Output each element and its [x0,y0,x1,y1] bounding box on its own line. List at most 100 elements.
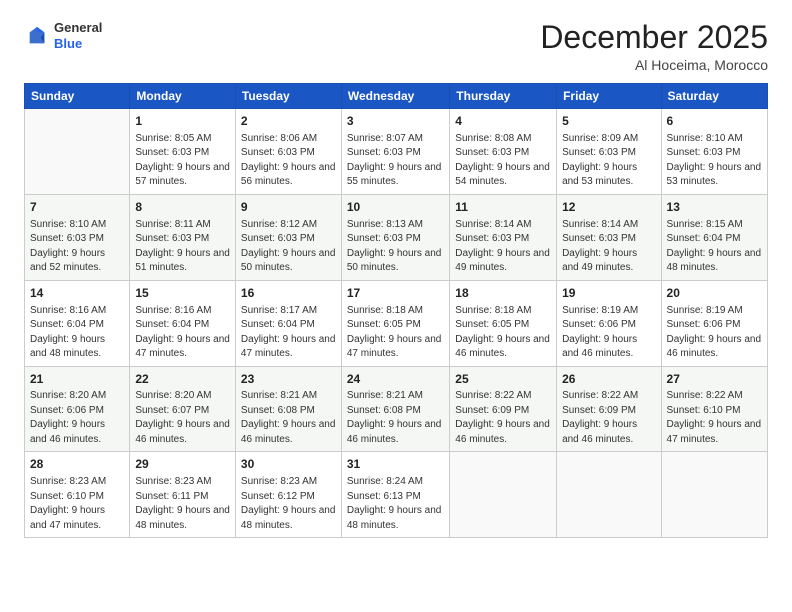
day-info: Sunrise: 8:22 AMSunset: 6:10 PMDaylight:… [667,389,762,447]
day-info: Sunrise: 8:16 AMSunset: 6:04 PMDaylight:… [30,304,124,362]
day-number: 16 [241,285,336,302]
day-cell: 14 Sunrise: 8:16 AMSunset: 6:04 PMDayligh… [25,280,130,366]
week-row-1: 1Sunrise: 8:05 AMSunset: 6:03 PMDaylight… [25,109,768,195]
day-info: Sunrise: 8:19 AMSunset: 6:06 PMDaylight:… [667,304,762,362]
day-cell: 22Sunrise: 8:20 AMSunset: 6:07 PMDayligh… [130,366,236,452]
day-cell: 17 Sunrise: 8:18 AMSunset: 6:05 PMDayligh… [341,280,449,366]
day-cell: 25Sunrise: 8:22 AMSunset: 6:09 PMDayligh… [450,366,557,452]
day-cell: 10 Sunrise: 8:13 AMSunset: 6:03 PMDayligh… [341,194,449,280]
day-info: Sunrise: 8:15 AMSunset: 6:04 PMDaylight:… [667,218,762,276]
day-cell: 19 Sunrise: 8:19 AMSunset: 6:06 PMDayligh… [557,280,661,366]
day-cell: 4Sunrise: 8:08 AMSunset: 6:03 PMDaylight… [450,109,557,195]
day-cell [450,452,557,538]
month-title: December 2025 [540,20,768,55]
day-number: 19 [562,285,655,302]
day-cell: 13 Sunrise: 8:15 AMSunset: 6:04 PMDayligh… [661,194,767,280]
weekday-wednesday: Wednesday [341,84,449,109]
day-info: Sunrise: 8:12 AMSunset: 6:03 PMDaylight:… [241,218,336,276]
day-cell: 9 Sunrise: 8:12 AMSunset: 6:03 PMDaylight… [235,194,341,280]
day-number: 9 [241,199,336,216]
day-cell: 18 Sunrise: 8:18 AMSunset: 6:05 PMDayligh… [450,280,557,366]
day-cell: 3Sunrise: 8:07 AMSunset: 6:03 PMDaylight… [341,109,449,195]
day-number: 24 [347,371,444,388]
day-info: Sunrise: 8:19 AMSunset: 6:06 PMDaylight:… [562,304,655,362]
day-cell: 2Sunrise: 8:06 AMSunset: 6:03 PMDaylight… [235,109,341,195]
day-cell: 20 Sunrise: 8:19 AMSunset: 6:06 PMDayligh… [661,280,767,366]
logo: General Blue [24,20,102,51]
day-cell: 23Sunrise: 8:21 AMSunset: 6:08 PMDayligh… [235,366,341,452]
day-number: 31 [347,456,444,473]
day-info: Sunrise: 8:10 AMSunset: 6:03 PMDaylight:… [667,132,762,190]
day-number: 21 [30,371,124,388]
day-number: 22 [135,371,230,388]
weekday-sunday: Sunday [25,84,130,109]
day-cell [661,452,767,538]
day-info: Sunrise: 8:13 AMSunset: 6:03 PMDaylight:… [347,218,444,276]
day-info: Sunrise: 8:14 AMSunset: 6:03 PMDaylight:… [455,218,551,276]
day-number: 8 [135,199,230,216]
day-number: 3 [347,113,444,130]
day-cell: 31 Sunrise: 8:24 AMSunset: 6:13 PMDayligh… [341,452,449,538]
day-cell: 8 Sunrise: 8:11 AMSunset: 6:03 PMDaylight… [130,194,236,280]
day-number: 5 [562,113,655,130]
day-cell: 5 Sunrise: 8:09 AMSunset: 6:03 PMDaylight… [557,109,661,195]
day-cell: 1Sunrise: 8:05 AMSunset: 6:03 PMDaylight… [130,109,236,195]
day-info: Sunrise: 8:09 AMSunset: 6:03 PMDaylight:… [562,132,655,190]
day-cell: 15 Sunrise: 8:16 AMSunset: 6:04 PMDayligh… [130,280,236,366]
day-number: 25 [455,371,551,388]
weekday-monday: Monday [130,84,236,109]
title-block: December 2025 Al Hoceima, Morocco [540,20,768,73]
day-info: Sunrise: 8:11 AMSunset: 6:03 PMDaylight:… [135,218,230,276]
day-cell: 26Sunrise: 8:22 AMSunset: 6:09 PMDayligh… [557,366,661,452]
day-info: Sunrise: 8:23 AMSunset: 6:11 PMDaylight:… [135,475,230,533]
day-info: Sunrise: 8:21 AMSunset: 6:08 PMDaylight:… [347,389,444,447]
day-number: 1 [135,113,230,130]
day-info: Sunrise: 8:18 AMSunset: 6:05 PMDaylight:… [455,304,551,362]
day-cell: 16 Sunrise: 8:17 AMSunset: 6:04 PMDayligh… [235,280,341,366]
day-number: 30 [241,456,336,473]
day-cell: 6 Sunrise: 8:10 AMSunset: 6:03 PMDaylight… [661,109,767,195]
day-cell: 24Sunrise: 8:21 AMSunset: 6:08 PMDayligh… [341,366,449,452]
day-number: 26 [562,371,655,388]
day-number: 20 [667,285,762,302]
day-number: 17 [347,285,444,302]
day-number: 15 [135,285,230,302]
day-number: 18 [455,285,551,302]
day-info: Sunrise: 8:22 AMSunset: 6:09 PMDaylight:… [562,389,655,447]
day-info: Sunrise: 8:17 AMSunset: 6:04 PMDaylight:… [241,304,336,362]
day-number: 6 [667,113,762,130]
day-info: Sunrise: 8:20 AMSunset: 6:07 PMDaylight:… [135,389,230,447]
calendar-page: General Blue December 2025 Al Hoceima, M… [0,0,792,612]
day-number: 12 [562,199,655,216]
day-number: 7 [30,199,124,216]
day-number: 4 [455,113,551,130]
week-row-3: 14 Sunrise: 8:16 AMSunset: 6:04 PMDayligh… [25,280,768,366]
day-number: 14 [30,285,124,302]
header: General Blue December 2025 Al Hoceima, M… [24,20,768,73]
week-row-4: 21Sunrise: 8:20 AMSunset: 6:06 PMDayligh… [25,366,768,452]
week-row-2: 7Sunrise: 8:10 AMSunset: 6:03 PMDaylight… [25,194,768,280]
weekday-friday: Friday [557,84,661,109]
day-number: 2 [241,113,336,130]
week-row-5: 28Sunrise: 8:23 AMSunset: 6:10 PMDayligh… [25,452,768,538]
day-number: 10 [347,199,444,216]
day-number: 28 [30,456,124,473]
day-number: 23 [241,371,336,388]
day-number: 13 [667,199,762,216]
logo-icon [26,25,48,47]
calendar-table: SundayMondayTuesdayWednesdayThursdayFrid… [24,83,768,538]
day-cell: 29Sunrise: 8:23 AMSunset: 6:11 PMDayligh… [130,452,236,538]
day-info: Sunrise: 8:22 AMSunset: 6:09 PMDaylight:… [455,389,551,447]
day-info: Sunrise: 8:20 AMSunset: 6:06 PMDaylight:… [30,389,124,447]
day-cell: 12 Sunrise: 8:14 AMSunset: 6:03 PMDayligh… [557,194,661,280]
day-cell: 21Sunrise: 8:20 AMSunset: 6:06 PMDayligh… [25,366,130,452]
day-cell: 11 Sunrise: 8:14 AMSunset: 6:03 PMDayligh… [450,194,557,280]
day-info: Sunrise: 8:18 AMSunset: 6:05 PMDaylight:… [347,304,444,362]
location: Al Hoceima, Morocco [540,57,768,73]
day-number: 11 [455,199,551,216]
weekday-saturday: Saturday [661,84,767,109]
day-cell: 30Sunrise: 8:23 AMSunset: 6:12 PMDayligh… [235,452,341,538]
day-info: Sunrise: 8:24 AMSunset: 6:13 PMDaylight:… [347,475,444,533]
day-info: Sunrise: 8:16 AMSunset: 6:04 PMDaylight:… [135,304,230,362]
day-info: Sunrise: 8:14 AMSunset: 6:03 PMDaylight:… [562,218,655,276]
